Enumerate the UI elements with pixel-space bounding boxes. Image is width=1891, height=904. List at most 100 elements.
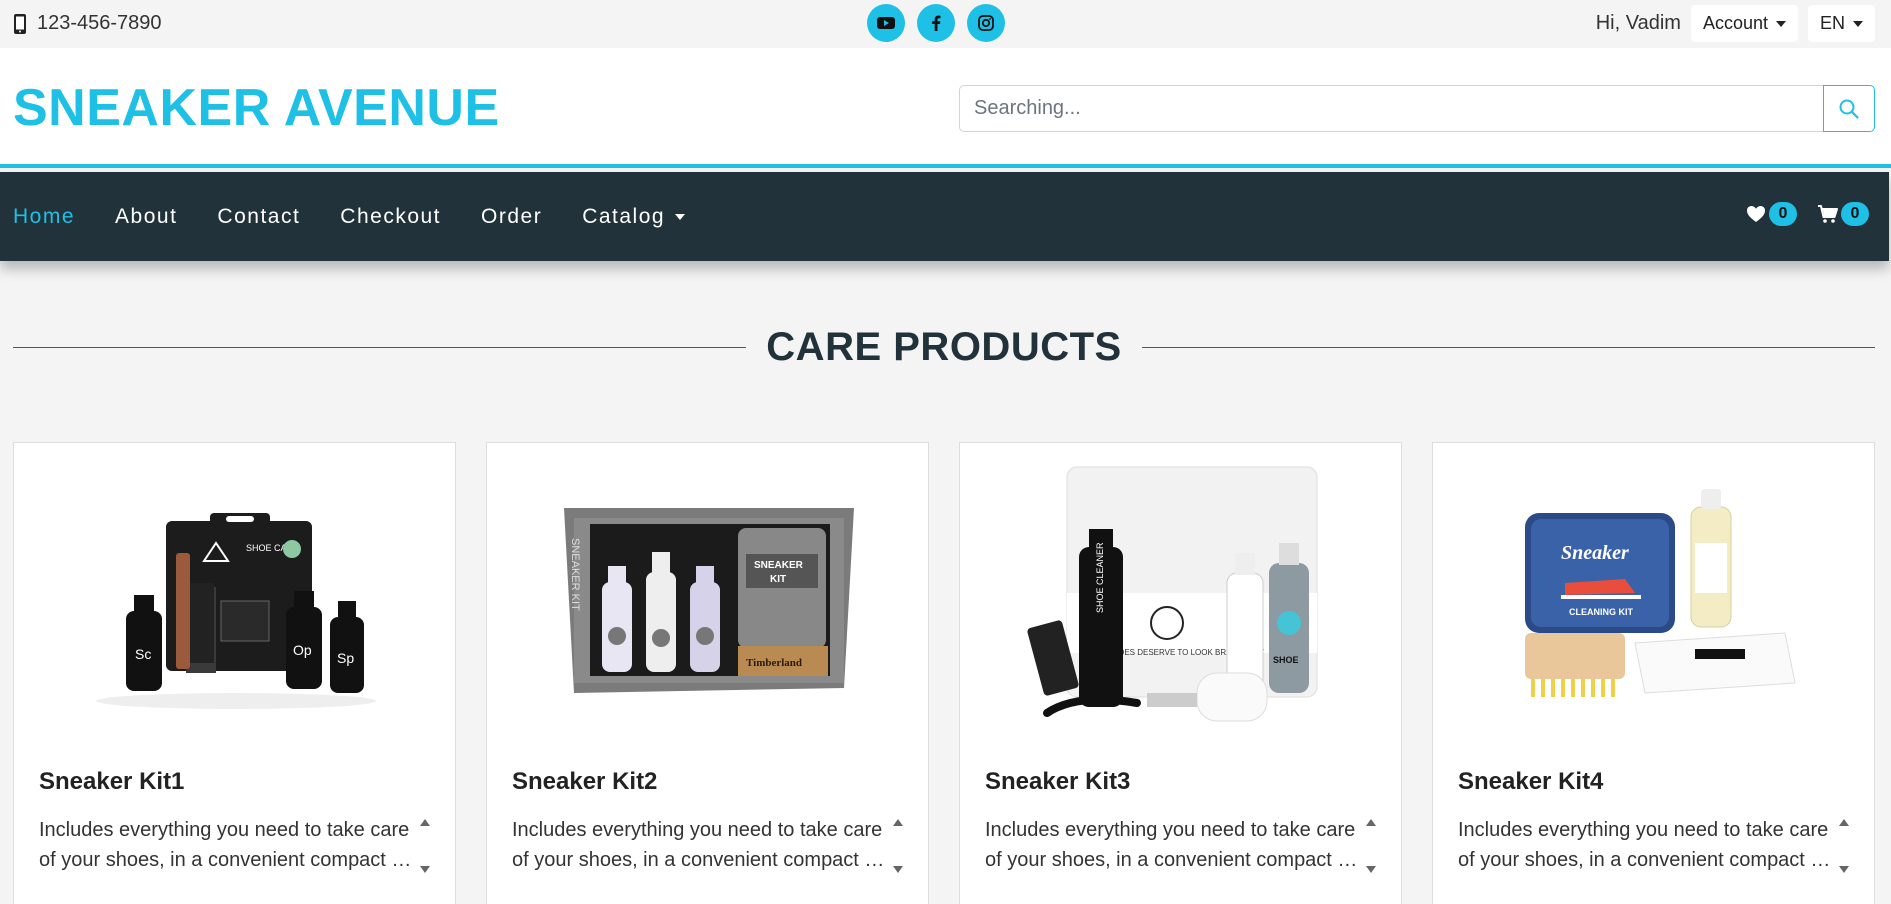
svg-text:Sneaker: Sneaker [1561, 542, 1629, 564]
instagram-button[interactable] [967, 4, 1005, 42]
description-line: of your shoes, in a convenient compact c… [985, 849, 1362, 871]
nav-item-about[interactable]: About [115, 205, 177, 229]
product-description-box[interactable]: Includes everything you need to take car… [985, 815, 1380, 877]
product-description: Includes everything you need to take car… [1458, 815, 1835, 877]
divider [1141, 346, 1875, 348]
svg-text:Sc: Sc [135, 646, 151, 662]
description-line: Includes everything you need to take car… [1458, 819, 1829, 841]
description-scroller[interactable] [416, 815, 434, 877]
nav-item-catalog[interactable]: Catalog [582, 204, 686, 229]
wishlist-count-badge: 0 [1769, 202, 1797, 226]
description-line: Includes everything you need to take car… [985, 819, 1356, 841]
brand-logo[interactable]: SNEAKER AVENUE [13, 78, 500, 138]
product-description-box[interactable]: Includes everything you need to take car… [1458, 815, 1853, 877]
scroll-down-icon[interactable] [893, 866, 903, 873]
scroll-down-icon[interactable] [1366, 866, 1376, 873]
facebook-button[interactable] [917, 4, 955, 42]
nav-item-order[interactable]: Order [481, 205, 542, 229]
scroll-up-icon[interactable] [893, 819, 903, 826]
product-description: Includes everything you need to take car… [512, 815, 889, 877]
scroll-up-icon[interactable] [1839, 819, 1849, 826]
product-description-box[interactable]: Includes everything you need to take car… [512, 815, 907, 877]
phone-contact[interactable]: 123-456-7890 [13, 12, 162, 35]
svg-text:KIT: KIT [770, 574, 786, 585]
divider [13, 346, 747, 348]
product-description: Includes everything you need to take car… [39, 815, 416, 877]
description-scroller[interactable] [1835, 815, 1853, 877]
cart-button[interactable]: 0 [1817, 202, 1869, 226]
product-card[interactable]: SNEAKER KIT SNEAKER KIT Timberland Sneak… [486, 442, 929, 904]
product-card[interactable]: SHOES DESERVE TO LOOK BRAND NEW SHOE CLE… [959, 442, 1402, 904]
search-input[interactable] [959, 85, 1823, 132]
description-scroller[interactable] [889, 815, 907, 877]
product-card[interactable]: SHOE CARE Sc Op Sp Sneaker Kit1 Includes [13, 442, 456, 904]
search-bar [959, 85, 1875, 132]
product-title[interactable]: Sneaker Kit1 [39, 768, 184, 796]
scroll-up-icon[interactable] [420, 819, 430, 826]
instagram-icon [978, 15, 994, 31]
product-description-box[interactable]: Includes everything you need to take car… [39, 815, 434, 877]
sneaker-kit-image: Sneaker CLEANING KIT [1524, 489, 1796, 697]
chevron-down-icon [675, 213, 686, 220]
nav-item-contact[interactable]: Contact [217, 205, 300, 229]
sneaker-kit-image: SHOES DESERVE TO LOOK BRAND NEW SHOE CLE… [1026, 466, 1317, 722]
cart-icon [1818, 205, 1838, 223]
main-nav: Home About Contact Checkout Order Catalo… [0, 172, 1889, 261]
language-label: EN [1819, 13, 1845, 33]
account-dropdown[interactable]: Account [1690, 5, 1798, 42]
product-title[interactable]: Sneaker Kit3 [985, 768, 1130, 796]
catalog-label: Catalog [582, 204, 666, 228]
user-greeting: Hi, Vadim [1595, 12, 1681, 34]
description-line: of your shoes, in a convenient compact c… [512, 849, 889, 871]
nav-actions: 0 0 [1745, 202, 1869, 226]
wishlist-button[interactable]: 0 [1745, 202, 1797, 226]
section-heading: CARE PRODUCTS [13, 322, 1875, 372]
cart-count-badge: 0 [1841, 202, 1869, 226]
search-icon [1839, 99, 1859, 119]
description-scroller[interactable] [1362, 815, 1380, 877]
facebook-icon [932, 15, 941, 31]
account-label: Account [1702, 13, 1768, 33]
product-title[interactable]: Sneaker Kit4 [1458, 768, 1603, 796]
svg-text:SHOE: SHOE [1273, 655, 1299, 665]
language-dropdown[interactable]: EN [1807, 5, 1875, 42]
site-header: SNEAKER AVENUE [0, 48, 1891, 168]
product-title[interactable]: Sneaker Kit2 [512, 768, 657, 796]
section-title: CARE PRODUCTS [766, 324, 1122, 369]
nav-item-home[interactable]: Home [13, 205, 75, 229]
nav-item-checkout[interactable]: Checkout [340, 205, 441, 229]
nav-items: Home About Contact Checkout Order Catalo… [13, 172, 725, 261]
product-image[interactable]: SHOE CARE Sc Op Sp [54, 463, 417, 733]
product-image[interactable]: Sneaker CLEANING KIT [1473, 463, 1836, 733]
description-line: of your shoes, in a convenient compact c… [1458, 849, 1835, 871]
svg-text:Timberland: Timberland [746, 657, 802, 669]
heart-icon [1747, 206, 1765, 222]
sneaker-kit-image: SNEAKER KIT SNEAKER KIT Timberland [563, 508, 854, 693]
product-image[interactable]: SHOES DESERVE TO LOOK BRAND NEW SHOE CLE… [1000, 463, 1363, 733]
scroll-up-icon[interactable] [1366, 819, 1376, 826]
description-line: of your shoes, in a convenient compact c… [39, 849, 416, 871]
sneaker-kit-image: SHOE CARE Sc Op Sp [95, 513, 376, 709]
svg-text:Sp: Sp [337, 650, 354, 666]
search-button[interactable] [1823, 85, 1875, 132]
youtube-icon [877, 17, 895, 29]
product-description: Includes everything you need to take car… [985, 815, 1362, 877]
svg-text:SHOE CLEANER: SHOE CLEANER [1095, 542, 1105, 613]
product-card[interactable]: Sneaker CLEANING KIT Sneaker Kit4 Includ… [1432, 442, 1875, 904]
product-image[interactable]: SNEAKER KIT SNEAKER KIT Timberland [527, 463, 890, 733]
product-grid: SHOE CARE Sc Op Sp Sneaker Kit1 Includes [13, 442, 1875, 904]
svg-text:SNEAKER: SNEAKER [754, 560, 804, 571]
phone-number: 123-456-7890 [37, 12, 162, 34]
chevron-down-icon [1853, 20, 1863, 27]
user-area: Hi, Vadim Account EN [1596, 5, 1875, 42]
chevron-down-icon [1775, 20, 1786, 27]
top-bar: 123-456-7890 Hi, Vadim Account EN [0, 0, 1891, 48]
phone-icon [14, 13, 26, 34]
svg-text:CLEANING KIT: CLEANING KIT [1569, 607, 1634, 617]
youtube-button[interactable] [867, 4, 905, 42]
description-line: Includes everything you need to take car… [39, 819, 410, 841]
scroll-down-icon[interactable] [1839, 866, 1849, 873]
social-links [867, 4, 1005, 42]
description-line: Includes everything you need to take car… [512, 819, 883, 841]
scroll-down-icon[interactable] [420, 866, 430, 873]
